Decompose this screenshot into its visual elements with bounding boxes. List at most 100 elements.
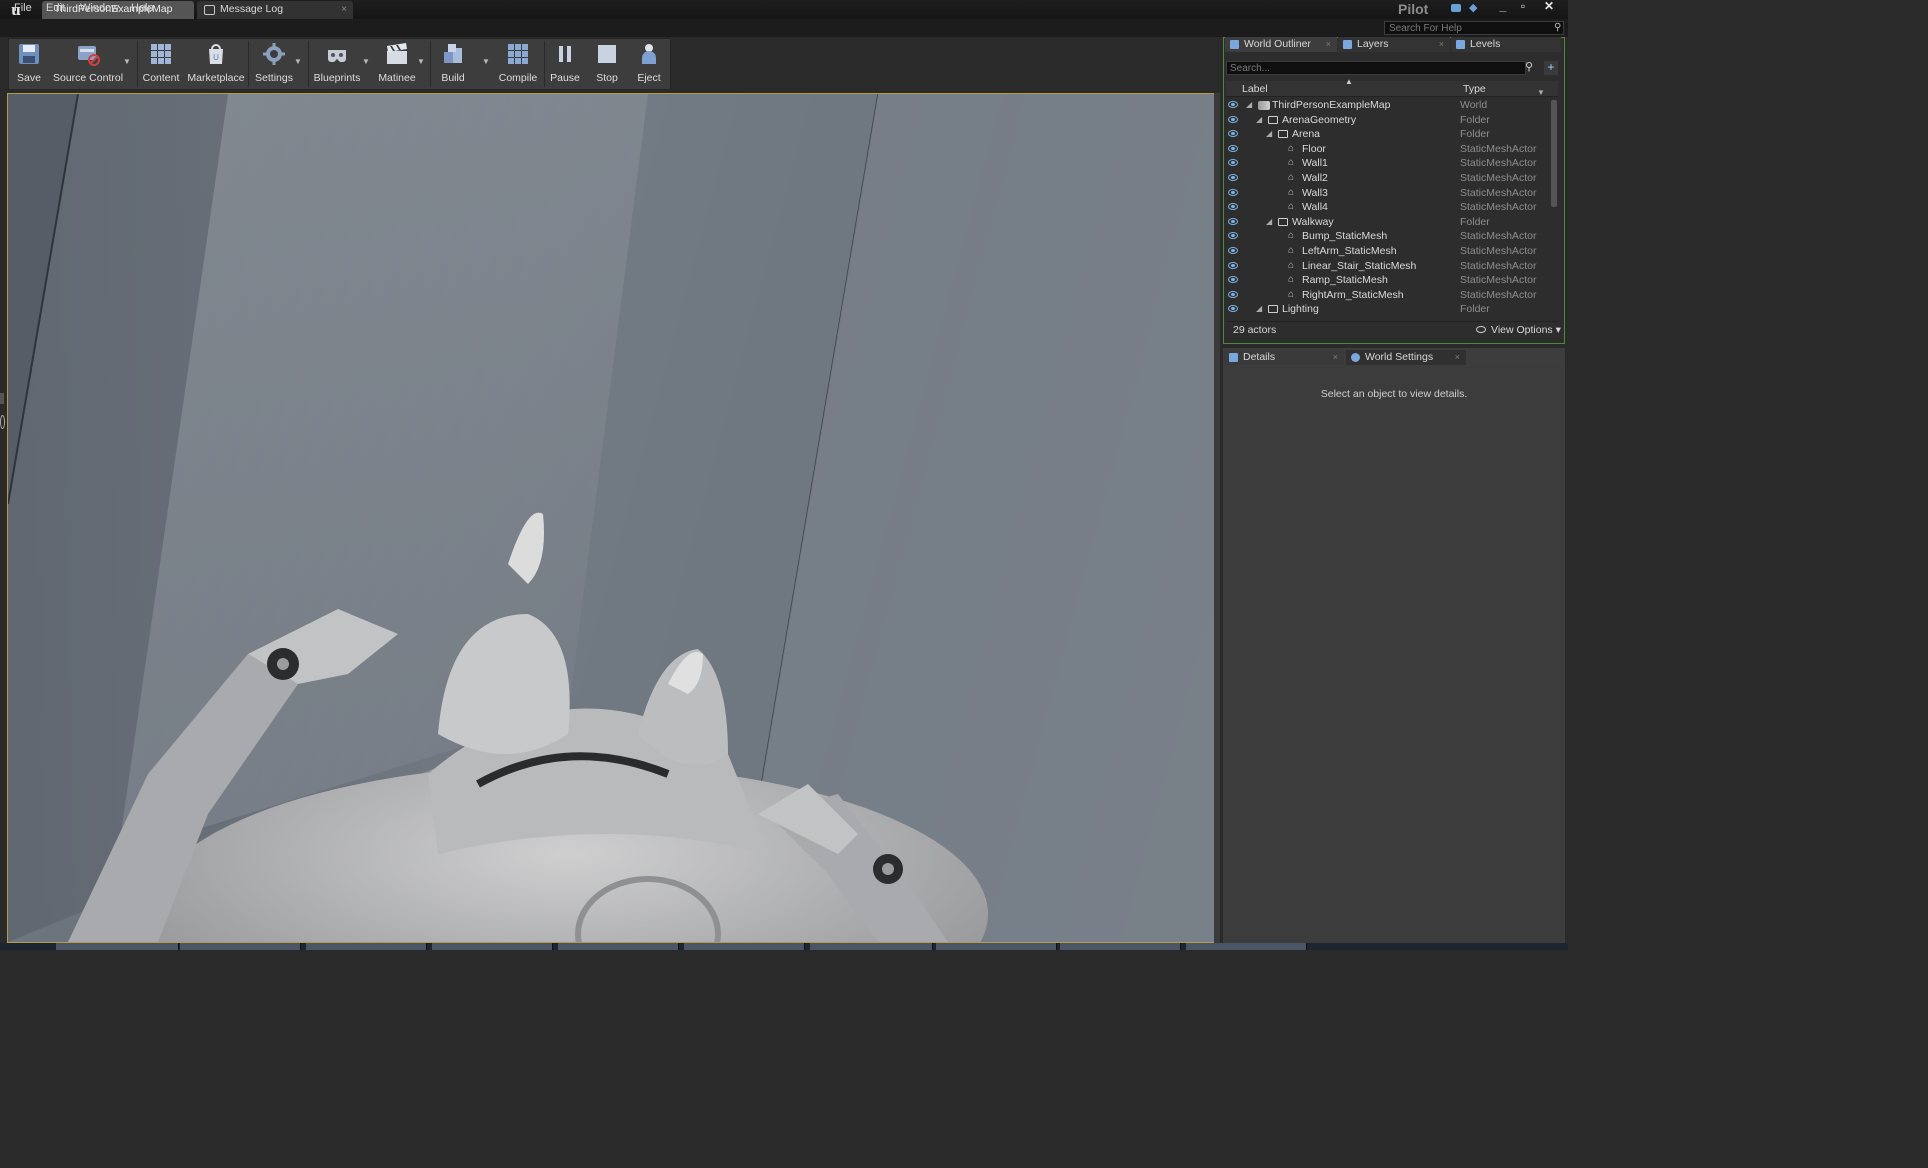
expand-arrow-icon[interactable]: ◢ bbox=[1266, 127, 1272, 142]
view-options-button[interactable]: View Options ▾ bbox=[1491, 324, 1561, 336]
matinee-icon bbox=[387, 43, 407, 64]
level-viewport[interactable] bbox=[7, 93, 1216, 943]
visibility-eye-icon[interactable] bbox=[1228, 217, 1238, 225]
visibility-eye-icon[interactable] bbox=[1228, 101, 1238, 108]
outliner-row[interactable]: ⌂ Wall1 StaticMeshActor bbox=[1226, 156, 1548, 171]
outliner-row[interactable]: ◢ ArenaGeometry Folder bbox=[1226, 113, 1548, 128]
visibility-eye-icon[interactable] bbox=[1228, 159, 1238, 167]
chevron-down-icon[interactable]: ▼ bbox=[123, 57, 131, 66]
settings-button[interactable]: Settings bbox=[253, 39, 295, 89]
expand-arrow-icon[interactable]: ◢ bbox=[1246, 98, 1252, 113]
marketplace-button[interactable]: U Marketplace bbox=[187, 39, 245, 89]
chevron-down-icon[interactable]: ▼ bbox=[482, 57, 490, 66]
search-icon[interactable]: ⚲ bbox=[1554, 22, 1561, 33]
close-icon[interactable]: × bbox=[1455, 350, 1460, 365]
left-dock-tab[interactable] bbox=[0, 393, 4, 404]
visibility-eye-icon[interactable] bbox=[1228, 188, 1238, 196]
taskbar-item[interactable] bbox=[432, 943, 553, 950]
visibility-eye-icon[interactable] bbox=[1228, 203, 1238, 211]
menu-window[interactable]: Window bbox=[80, 2, 119, 14]
tab-label: World Outliner bbox=[1244, 38, 1311, 50]
chevron-down-icon[interactable]: ▼ bbox=[1537, 88, 1545, 97]
close-icon[interactable]: × bbox=[1333, 350, 1338, 365]
expand-arrow-icon[interactable]: ◢ bbox=[1266, 215, 1272, 230]
taskbar-item[interactable] bbox=[306, 943, 427, 950]
outliner-scrollbar[interactable] bbox=[1551, 100, 1557, 207]
expand-arrow-icon[interactable]: ◢ bbox=[1256, 302, 1262, 317]
menu-help[interactable]: Help bbox=[131, 2, 154, 14]
notification-icon[interactable] bbox=[1451, 4, 1461, 12]
outliner-search-input[interactable]: Search... bbox=[1226, 61, 1526, 75]
sort-ascending-icon[interactable]: ▲ bbox=[1345, 77, 1353, 86]
outliner-row[interactable]: ⌂ LeftArm_StaticMesh StaticMeshActor bbox=[1226, 244, 1548, 259]
outliner-row-label: Bump_StaticMesh bbox=[1302, 230, 1388, 243]
outliner-row[interactable]: ⌂ Wall2 StaticMeshActor bbox=[1226, 171, 1548, 186]
outliner-row[interactable]: ◢ Walkway Folder bbox=[1226, 215, 1548, 230]
tab-message-log[interactable]: Message Log × bbox=[197, 1, 353, 19]
taskbar-item[interactable] bbox=[684, 943, 805, 950]
outliner-row[interactable]: ⌂ Ramp_StaticMesh StaticMeshActor bbox=[1226, 273, 1548, 288]
outliner-row[interactable]: ◢ ThirdPersonExampleMap World bbox=[1226, 98, 1548, 113]
build-button[interactable]: Build bbox=[435, 39, 471, 89]
taskbar-item[interactable] bbox=[1060, 943, 1181, 950]
close-icon[interactable]: × bbox=[341, 1, 347, 18]
visibility-eye-icon[interactable] bbox=[1228, 115, 1238, 123]
matinee-button[interactable]: Matinee bbox=[375, 39, 419, 89]
tab-layers[interactable]: Layers × bbox=[1338, 37, 1450, 52]
taskbar-item[interactable] bbox=[936, 943, 1057, 950]
content-button[interactable]: Content bbox=[141, 39, 181, 89]
menu-edit[interactable]: Edit bbox=[46, 2, 65, 14]
chevron-down-icon[interactable]: ▼ bbox=[294, 57, 302, 66]
stop-button[interactable]: Stop bbox=[589, 39, 625, 89]
chevron-down-icon[interactable]: ▼ bbox=[417, 57, 425, 66]
taskbar-item[interactable] bbox=[558, 943, 679, 950]
tab-world-outliner[interactable]: World Outliner × bbox=[1225, 37, 1337, 52]
taskbar-item[interactable] bbox=[56, 943, 179, 950]
taskbar-item[interactable] bbox=[1186, 943, 1307, 950]
outliner-row[interactable]: ⌂ Linear_Stair_StaticMesh StaticMeshActor bbox=[1226, 259, 1548, 274]
pause-button[interactable]: Pause bbox=[547, 39, 583, 89]
maximize-button[interactable]: ▫ bbox=[1516, 0, 1530, 14]
viewport-splitter[interactable] bbox=[1214, 93, 1220, 943]
menu-file[interactable]: File bbox=[14, 2, 32, 14]
column-label-header[interactable]: Label bbox=[1242, 83, 1268, 95]
left-dock-handle[interactable] bbox=[0, 415, 5, 429]
visibility-eye-icon[interactable] bbox=[1228, 261, 1238, 269]
tab-levels[interactable]: Levels bbox=[1451, 37, 1561, 52]
outliner-row[interactable]: ⌂ Wall4 StaticMeshActor bbox=[1226, 200, 1548, 215]
blueprints-button[interactable]: Blueprints bbox=[311, 39, 363, 89]
column-type-header[interactable]: Type bbox=[1463, 83, 1486, 95]
eject-button[interactable]: Eject bbox=[631, 39, 667, 89]
tab-world-settings[interactable]: World Settings × bbox=[1346, 350, 1466, 365]
source-control-button[interactable]: Source Control bbox=[53, 39, 123, 89]
outliner-row[interactable]: ⌂ Floor StaticMeshActor bbox=[1226, 142, 1548, 157]
feedback-icon[interactable]: ◆ bbox=[1469, 3, 1481, 14]
taskbar-item[interactable] bbox=[810, 943, 933, 950]
visibility-eye-icon[interactable] bbox=[1228, 173, 1238, 181]
compile-button[interactable]: Compile bbox=[497, 39, 539, 89]
outliner-row[interactable]: ⌂ RightArm_StaticMesh StaticMeshActor bbox=[1226, 288, 1548, 303]
help-search-input[interactable]: Search For Help bbox=[1384, 21, 1564, 35]
tab-details[interactable]: Details × bbox=[1224, 350, 1344, 365]
outliner-row[interactable]: ⌂ Wall3 StaticMeshActor bbox=[1226, 186, 1548, 201]
visibility-eye-icon[interactable] bbox=[1228, 305, 1238, 313]
visibility-eye-icon[interactable] bbox=[1228, 276, 1238, 284]
visibility-eye-icon[interactable] bbox=[1228, 290, 1238, 298]
close-icon[interactable]: × bbox=[1326, 37, 1331, 52]
save-button[interactable]: Save bbox=[11, 39, 47, 89]
add-folder-button[interactable]: + bbox=[1544, 61, 1558, 75]
search-icon[interactable]: ⚲ bbox=[1525, 60, 1533, 73]
outliner-row[interactable]: ⌂ Bump_StaticMesh StaticMeshActor bbox=[1226, 229, 1548, 244]
chevron-down-icon[interactable]: ▼ bbox=[362, 57, 370, 66]
close-icon[interactable]: × bbox=[1439, 37, 1444, 52]
visibility-eye-icon[interactable] bbox=[1228, 246, 1238, 254]
visibility-eye-icon[interactable] bbox=[1228, 232, 1238, 240]
taskbar-item[interactable] bbox=[180, 943, 301, 950]
minimize-button[interactable]: _ bbox=[1496, 0, 1510, 14]
outliner-row[interactable]: ◢ Lighting Folder bbox=[1226, 302, 1548, 317]
visibility-eye-icon[interactable] bbox=[1228, 130, 1238, 138]
expand-arrow-icon[interactable]: ◢ bbox=[1256, 113, 1262, 128]
outliner-row[interactable]: ◢ Arena Folder bbox=[1226, 127, 1548, 142]
close-button[interactable]: ✕ bbox=[1542, 0, 1556, 14]
visibility-eye-icon[interactable] bbox=[1228, 144, 1238, 152]
